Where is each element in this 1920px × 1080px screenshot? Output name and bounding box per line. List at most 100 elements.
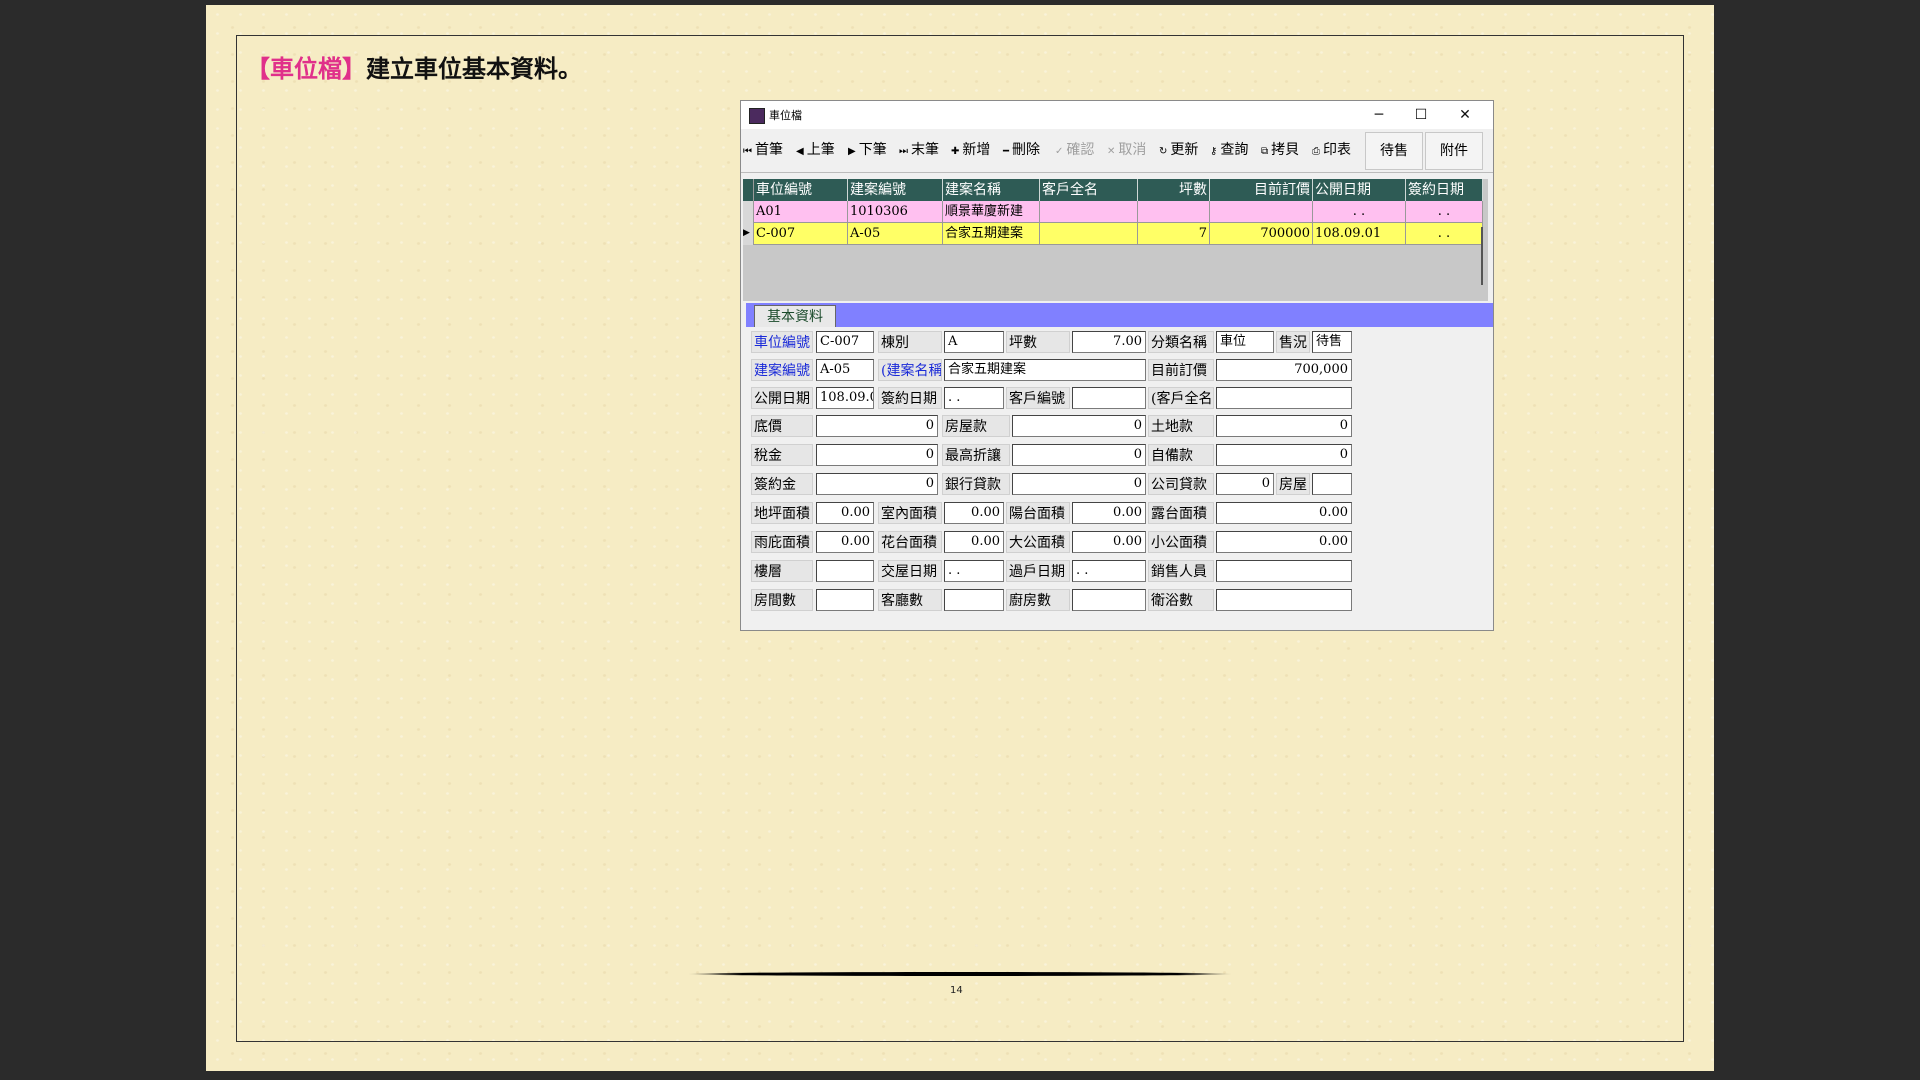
toolbar: ⏮ 首筆 ◀ 上筆 ▶ 下筆 ⏭ 末筆 ✚ 新增 ━ 刪除 ✓ 確認 ✕ 取消 ↻ 更新 ⚷ 查詢 … (741, 130, 1493, 173)
grid-cell[interactable]: C-007 (754, 223, 848, 245)
prev-record-button[interactable]: ◀ 上筆 (796, 134, 835, 166)
copy-button[interactable]: ⧉ 拷貝 (1261, 134, 1299, 166)
grid-scrollbar[interactable] (1481, 227, 1483, 285)
terrace-area-field[interactable]: 0.00 (1216, 502, 1352, 524)
col-header[interactable]: 公開日期 (1313, 179, 1406, 201)
document-page: 【車位檔】建立車位基本資料。 車位檔 ─ ☐ ✕ ⏮ 首筆 ◀ 上筆 ▶ 下筆 ⏭ 末筆… (206, 5, 1714, 1071)
label-project-no: 建案編號 (751, 359, 813, 381)
status-button[interactable]: 待售 (1365, 132, 1423, 170)
lot-no-field[interactable]: C-007 (816, 331, 874, 353)
tab-basic-info[interactable]: 基本資料 (754, 305, 836, 328)
floor-field[interactable] (816, 560, 874, 582)
key-icon: ⚷ (1210, 146, 1218, 157)
list-price-field[interactable]: 700,000 (1216, 359, 1352, 381)
col-header[interactable]: 建案編號 (848, 179, 943, 201)
ping-field[interactable]: 7.00 (1072, 331, 1146, 353)
grid-cell[interactable]: 1010306 (848, 201, 943, 223)
grid-cell[interactable] (1040, 201, 1138, 223)
open-date-field[interactable]: 108.09.01 (816, 387, 874, 409)
deposit-field[interactable]: 0 (816, 473, 938, 495)
grid-cell[interactable] (1138, 201, 1210, 223)
delivery-date-field[interactable]: . . (944, 560, 1004, 582)
cancel-button[interactable]: ✕ 取消 (1107, 134, 1146, 166)
grid-cell[interactable]: 108.09.01 (1313, 223, 1406, 245)
public-small-field[interactable]: 0.00 (1216, 531, 1352, 553)
grid-cell[interactable]: . . (1406, 223, 1483, 245)
close-button[interactable]: ✕ (1447, 102, 1483, 128)
print-button[interactable]: ⎙ 印表 (1312, 134, 1351, 166)
living-rooms-field[interactable] (944, 589, 1004, 611)
row-indicator-current[interactable]: ▶ (743, 223, 754, 245)
grid-cell[interactable]: . . (1406, 201, 1483, 223)
maximize-button[interactable]: ☐ (1403, 102, 1439, 128)
company-loan-field[interactable]: 0 (1216, 473, 1274, 495)
project-no-field[interactable]: A-05 (816, 359, 874, 381)
col-header[interactable]: 建案名稱 (943, 179, 1040, 201)
grid-cell[interactable]: 700000 (1210, 223, 1313, 245)
building-field[interactable]: A (944, 331, 1004, 353)
window-title: 車位檔 (769, 109, 802, 122)
transfer-date-field[interactable]: . . (1072, 560, 1146, 582)
last-record-button[interactable]: ⏭ 末筆 (899, 134, 939, 166)
first-record-button[interactable]: ⏮ 首筆 (743, 134, 783, 166)
query-button[interactable]: ⚷ 查詢 (1210, 134, 1248, 166)
max-discount-field[interactable]: 0 (1012, 444, 1146, 466)
bank-loan-field[interactable]: 0 (1012, 473, 1146, 495)
land-area-field[interactable]: 0.00 (816, 502, 874, 524)
land-price-field[interactable]: 0 (1216, 415, 1352, 437)
label-delivery-date: 交屋日期 (878, 560, 942, 582)
sign-date-field[interactable]: . . (944, 387, 1004, 409)
label-bank-loan: 銀行貸款 (942, 473, 1010, 495)
grid-cell[interactable] (1210, 201, 1313, 223)
grid-cell[interactable]: A-05 (848, 223, 943, 245)
sale-status-field[interactable]: 待售 (1312, 331, 1352, 353)
canopy-area-field[interactable]: 0.00 (816, 531, 874, 553)
print-label: 印表 (1323, 142, 1351, 158)
house-field[interactable] (1312, 473, 1352, 495)
col-header[interactable]: 車位編號 (754, 179, 848, 201)
cross-icon: ✕ (1107, 146, 1116, 157)
balcony-area-field[interactable]: 0.00 (1072, 502, 1146, 524)
add-button[interactable]: ✚ 新增 (951, 134, 990, 166)
confirm-button[interactable]: ✓ 確認 (1055, 134, 1094, 166)
copy-icon: ⧉ (1261, 146, 1269, 157)
label-rooms: 房間數 (751, 589, 813, 611)
grid-cell[interactable]: . . (1313, 201, 1406, 223)
label-category: 分類名稱 (1148, 331, 1214, 353)
grid-cell[interactable]: A01 (754, 201, 848, 223)
self-fund-field[interactable]: 0 (1216, 444, 1352, 466)
col-header[interactable]: 目前訂價 (1210, 179, 1313, 201)
next-record-button[interactable]: ▶ 下筆 (848, 134, 887, 166)
grid-cell[interactable]: 7 (1138, 223, 1210, 245)
customer-name-field[interactable] (1216, 387, 1352, 409)
app-window: 車位檔 ─ ☐ ✕ ⏮ 首筆 ◀ 上筆 ▶ 下筆 ⏭ 末筆 ✚ 新增 ━ 刪除 ✓ 確認 ✕ 取… (740, 100, 1494, 631)
rooms-field[interactable] (816, 589, 874, 611)
grid-cell[interactable] (1040, 223, 1138, 245)
label-tax: 稅金 (751, 444, 813, 466)
col-header[interactable]: 坪數 (1138, 179, 1210, 201)
house-price-field[interactable]: 0 (1012, 415, 1146, 437)
category-field[interactable]: 車位 (1216, 331, 1274, 353)
indoor-area-field[interactable]: 0.00 (944, 502, 1004, 524)
attach-button[interactable]: 附件 (1425, 132, 1483, 170)
sales-person-field[interactable] (1216, 560, 1352, 582)
bathrooms-field[interactable] (1216, 589, 1352, 611)
row-indicator[interactable] (743, 201, 754, 223)
grid-cell[interactable]: 合家五期建案 (943, 223, 1040, 245)
public-large-field[interactable]: 0.00 (1072, 531, 1146, 553)
label-flower-area: 花台面積 (878, 531, 942, 553)
flower-area-field[interactable]: 0.00 (944, 531, 1004, 553)
title-bar: 車位檔 ─ ☐ ✕ (741, 101, 1493, 129)
delete-button[interactable]: ━ 刪除 (1003, 134, 1040, 166)
floor-price-field[interactable]: 0 (816, 415, 938, 437)
project-name-field[interactable]: 合家五期建案 (944, 359, 1146, 381)
tax-field[interactable]: 0 (816, 444, 938, 466)
kitchens-field[interactable] (1072, 589, 1146, 611)
customer-no-field[interactable] (1072, 387, 1146, 409)
col-header[interactable]: 客戶全名 (1040, 179, 1138, 201)
col-header[interactable]: 簽約日期 (1406, 179, 1483, 201)
label-house-price: 房屋款 (942, 415, 1010, 437)
grid-cell[interactable]: 順景華廈新建 (943, 201, 1040, 223)
minimize-button[interactable]: ─ (1361, 102, 1397, 128)
refresh-button[interactable]: ↻ 更新 (1159, 134, 1198, 166)
